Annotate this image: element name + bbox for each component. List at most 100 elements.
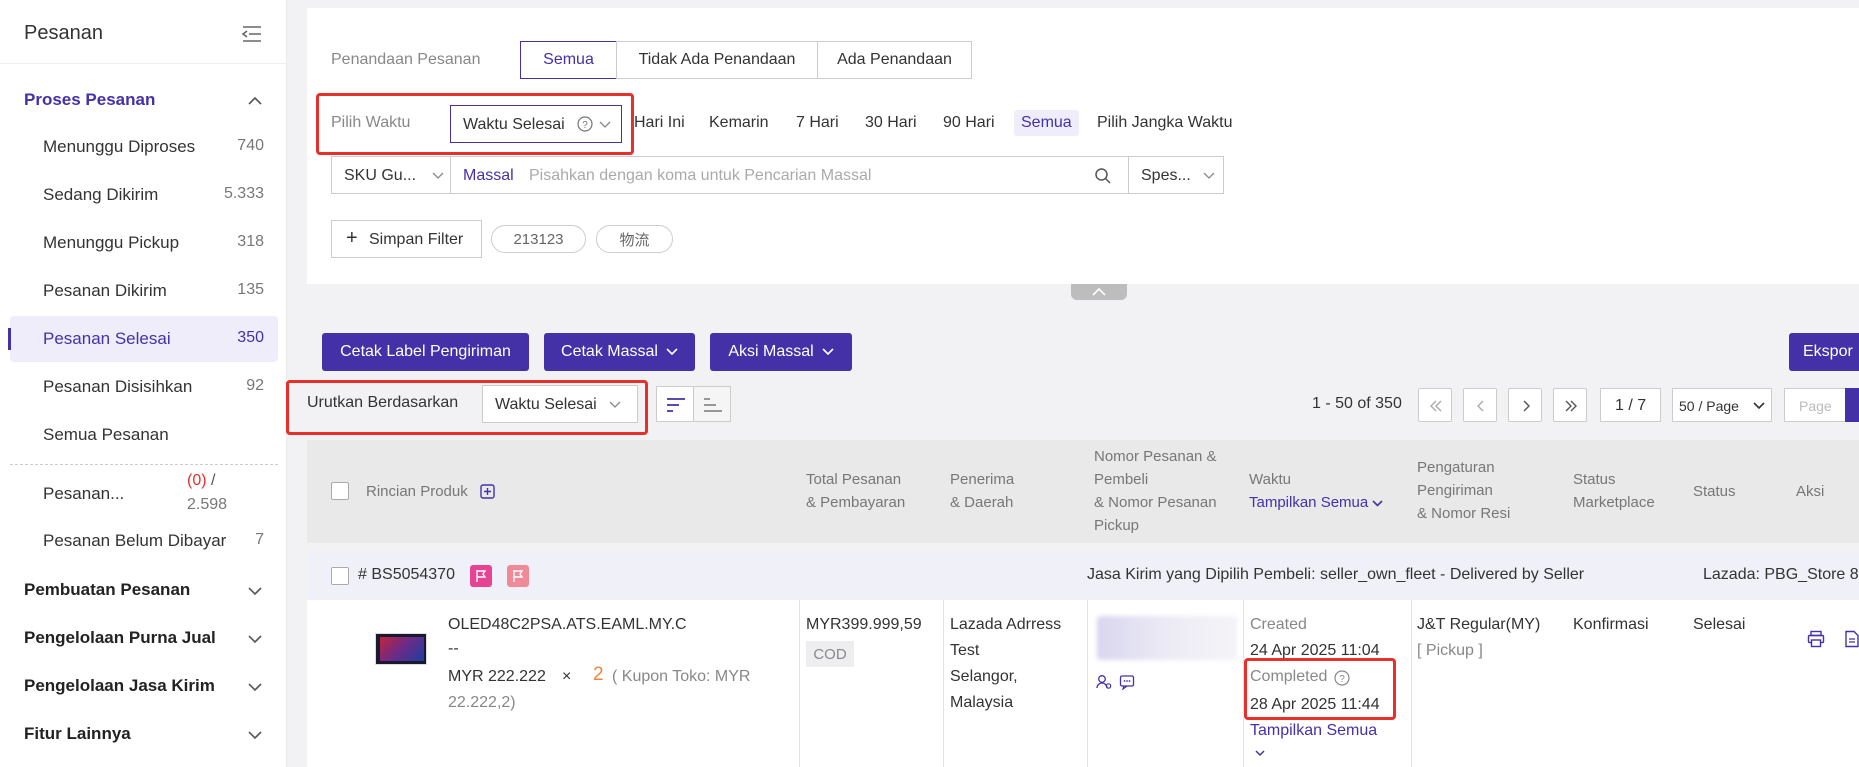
select-all-checkbox[interactable] [331, 482, 349, 500]
shipping-provider: J&T Regular(MY) [1417, 616, 1541, 633]
sidebar-item-pesanan-dikirim[interactable]: Pesanan Dikirim 135 [10, 268, 278, 314]
receiver-info: Lazada Adrress Test Selangor, Malaysia [950, 616, 1062, 711]
chevron-down-icon [1203, 172, 1215, 179]
highlight-box [316, 93, 634, 155]
collapse-filter-handle[interactable] [1071, 284, 1127, 300]
document-icon[interactable] [1844, 630, 1859, 648]
aksi-massal-button[interactable]: Aksi Massal [710, 333, 852, 371]
flag-icon[interactable] [507, 565, 529, 587]
order-id[interactable]: # BS5054370 [358, 566, 455, 584]
penandaan-semua[interactable]: Semua [520, 41, 617, 79]
massal-label[interactable]: Massal [463, 167, 514, 185]
first-page-button[interactable] [1418, 388, 1452, 422]
chat-icon[interactable] [1119, 674, 1135, 690]
blurred-order-number [1097, 616, 1237, 660]
spes-select[interactable]: Spes... [1128, 156, 1224, 194]
saved-filter-chip[interactable]: 物流 [596, 225, 673, 253]
penandaan-tidak-ada[interactable]: Tidak Ada Penandaan [616, 41, 818, 79]
chevron-down-icon[interactable] [1255, 750, 1265, 757]
highlight-box [1244, 658, 1396, 720]
th-status-marketplace: Status Marketplace [1573, 471, 1655, 511]
shipping-info: Jasa Kirim yang Dipilih Pembeli: seller_… [1087, 566, 1585, 583]
sidebar-item-menunggu-pickup[interactable]: Menunggu Pickup 318 [10, 220, 278, 266]
chevron-down-icon [1372, 500, 1383, 507]
order-total: MYR399.999,59 [806, 616, 922, 633]
waktu-7-hari[interactable]: 7 Hari [796, 114, 839, 132]
product-thumbnail[interactable] [375, 633, 427, 665]
page-indicator[interactable]: 1 / 7 [1600, 388, 1661, 422]
sidebar: Pesanan Proses Pesanan Menunggu Diproses… [0, 0, 287, 767]
search-placeholder: Pisahkan dengan koma untuk Pencarian Mas… [529, 167, 872, 184]
sidebar-item-pesanan-selesai[interactable]: Pesanan Selesai 350 [8, 316, 278, 362]
page-size-select[interactable]: 50 / Page [1672, 388, 1772, 422]
chevron-down-icon [666, 348, 678, 356]
collapse-menu-icon[interactable] [241, 24, 263, 44]
search-input[interactable]: Massal Pisahkan dengan koma untuk Pencar… [450, 156, 1129, 194]
cetak-label-button[interactable]: Cetak Label Pengiriman [322, 333, 529, 371]
chevron-down-icon[interactable] [248, 730, 262, 740]
th-nomor: Nomor Pesanan & Pembeli & Nomor Pesanan Pic… [1094, 448, 1217, 534]
chevron-right-icon [1523, 400, 1530, 412]
search-icon[interactable] [1094, 167, 1112, 185]
pickup-tag: [ Pickup ] [1417, 642, 1483, 659]
buyer-icon[interactable] [1096, 674, 1112, 690]
double-chevron-right-icon [1565, 400, 1577, 412]
saved-filter-chip[interactable]: 213123 [491, 225, 586, 253]
sidebar-title: Pesanan [24, 22, 103, 44]
page-go-button[interactable] [1845, 388, 1859, 422]
prev-page-button[interactable] [1463, 388, 1497, 422]
ekspor-button[interactable]: Ekspor [1789, 333, 1859, 371]
sidebar-group-purna-jual[interactable]: Pengelolaan Purna Jual [24, 628, 216, 648]
waktu-pilih-jangka[interactable]: Pilih Jangka Waktu [1097, 114, 1232, 132]
product-sku[interactable]: OLED48C2PSA.ATS.EAML.MY.C [448, 612, 687, 638]
next-page-button[interactable] [1508, 388, 1542, 422]
chevron-down-icon [1753, 402, 1765, 410]
sidebar-item-semua-pesanan[interactable]: Semua Pesanan [10, 412, 278, 458]
tampilkan-semua-header-link[interactable]: Tampilkan Semua [1249, 491, 1383, 514]
coupon-info: ( Kupon Toko: MYR 22.222,2) [448, 668, 751, 711]
sidebar-group-jasa-kirim[interactable]: Pengelolaan Jasa Kirim [24, 676, 215, 696]
sidebar-item-pesanan-disisihkan[interactable]: Pesanan Disisihkan 92 [10, 364, 278, 410]
sidebar-group-proses[interactable]: Proses Pesanan [24, 90, 155, 110]
filter-panel: Penandaan Pesanan Semua Tidak Ada Penand… [307, 8, 1859, 284]
waktu-90-hari[interactable]: 90 Hari [943, 114, 995, 132]
waktu-semua[interactable]: Semua [1014, 110, 1079, 136]
expand-plus-icon[interactable] [480, 484, 495, 499]
sidebar-group-fitur[interactable]: Fitur Lainnya [24, 724, 131, 744]
order-checkbox[interactable] [331, 567, 349, 585]
sidebar-item-sedang-dikirim[interactable]: Sedang Dikirim 5.333 [10, 172, 278, 218]
chevron-down-icon[interactable] [248, 586, 262, 596]
chevron-up-icon[interactable] [248, 96, 262, 106]
payment-badge: COD [806, 641, 854, 667]
save-filter-button[interactable]: + Simpan Filter [331, 220, 482, 258]
sort-desc-button[interactable] [656, 386, 694, 422]
waktu-30-hari[interactable]: 30 Hari [865, 114, 917, 132]
plus-icon: + [346, 227, 358, 249]
th-aksi: Aksi [1796, 483, 1825, 500]
sidebar-item-menunggu-diproses[interactable]: Menunggu Diproses 740 [10, 124, 278, 170]
show-all-times-link[interactable]: Tampilkan Semua [1250, 718, 1377, 744]
chevron-down-icon[interactable] [248, 682, 262, 692]
sidebar-group-pembuatan[interactable]: Pembuatan Pesanan [24, 580, 190, 600]
print-icon[interactable] [1807, 630, 1825, 648]
sort-asc-button[interactable] [693, 386, 731, 422]
chevron-down-icon[interactable] [248, 634, 262, 644]
highlight-box [286, 380, 648, 435]
sidebar-divider [0, 63, 287, 64]
last-page-button[interactable] [1553, 388, 1587, 422]
cetak-massal-button[interactable]: Cetak Massal [544, 333, 695, 371]
th-produk: Rincian Produk [366, 483, 468, 500]
waktu-hari-ini[interactable]: Hari Ini [634, 114, 685, 132]
th-status: Status [1693, 483, 1736, 500]
page-jump-input[interactable]: Page [1784, 388, 1846, 422]
waktu-kemarin[interactable]: Kemarin [709, 114, 769, 132]
sort-asc-icon [704, 398, 722, 412]
sidebar-item-belum-dibayar[interactable]: Pesanan Belum Dibayar 7 [10, 518, 278, 564]
sidebar-dashed-divider [10, 464, 278, 465]
chevron-down-icon [432, 172, 444, 179]
penandaan-label: Penandaan Pesanan [331, 51, 481, 68]
th-pengaturan: Pengaturan Pengiriman & Nomor Resi [1417, 459, 1511, 522]
sku-select[interactable]: SKU Gu... [331, 156, 451, 194]
flag-icon[interactable] [470, 565, 492, 587]
penandaan-ada[interactable]: Ada Penandaan [817, 41, 972, 79]
